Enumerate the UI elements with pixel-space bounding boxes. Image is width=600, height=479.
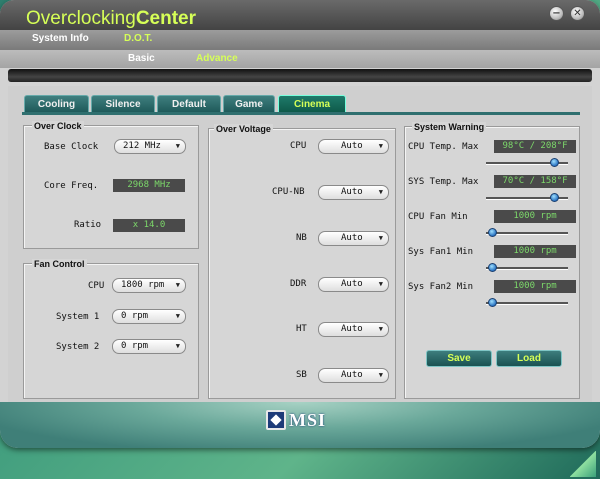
chevron-down-icon: ▼ xyxy=(378,142,383,150)
chevron-down-icon: ▼ xyxy=(378,280,383,288)
sw-sys-fan1-label: Sys Fan1 Min xyxy=(408,247,474,257)
fan-cpu-label: CPU xyxy=(88,281,105,291)
app-title-part1: Overclocking xyxy=(26,8,136,29)
ov-nb-value: Auto xyxy=(341,233,363,243)
base-clock-label: Base Clock xyxy=(44,142,99,152)
chevron-down-icon: ▼ xyxy=(175,281,180,289)
app-title-part2: Center xyxy=(135,8,197,29)
sw-sys-temp-slider[interactable] xyxy=(486,193,568,202)
overclocking-center-window: Overclocking Center − ✕ System Info D.O.… xyxy=(0,0,600,448)
core-freq-label: Core Freq. xyxy=(44,181,99,191)
tab-game[interactable]: Game xyxy=(223,95,275,113)
sw-sys-fan2-label: Sys Fan2 Min xyxy=(408,282,474,292)
msi-emblem-icon xyxy=(266,410,286,430)
ov-cpu-value: Auto xyxy=(341,141,363,151)
ov-ddr-label: DDR xyxy=(290,279,307,289)
sw-sys-temp-readout: 70°C / 158°F xyxy=(494,175,576,188)
fan-system2-select[interactable]: 0 rpm ▼ xyxy=(112,339,186,354)
minimize-button[interactable]: − xyxy=(549,6,564,21)
ov-nb-select[interactable]: Auto ▼ xyxy=(318,231,389,246)
sw-cpu-fan-readout: 1000 rpm xyxy=(494,210,576,223)
sw-cpu-temp-label: CPU Temp. Max xyxy=(408,142,479,152)
ratio-label: Ratio xyxy=(74,220,102,230)
sw-cpu-fan-label: CPU Fan Min xyxy=(408,212,468,222)
msi-logo: MSI xyxy=(266,409,342,431)
fan-system2-label: System 2 xyxy=(56,342,100,352)
chevron-down-icon: ▼ xyxy=(378,371,383,379)
ov-cpu-label: CPU xyxy=(290,141,307,151)
fan-system1-select[interactable]: 0 rpm ▼ xyxy=(112,309,186,324)
overclock-title: Over Clock xyxy=(32,121,84,131)
save-button[interactable]: Save xyxy=(426,350,492,367)
tab-underline xyxy=(22,112,580,115)
sw-cpu-temp-slider[interactable] xyxy=(486,158,568,167)
sw-cpu-fan-slider[interactable] xyxy=(486,228,568,237)
divider-bar xyxy=(8,69,592,82)
msi-logo-text: MSI xyxy=(289,409,327,430)
app-title: Overclocking Center xyxy=(26,8,196,32)
ov-cpu-nb-label: CPU-NB xyxy=(272,187,305,197)
ov-ht-value: Auto xyxy=(341,324,363,334)
submenu-basic[interactable]: Basic xyxy=(128,53,155,64)
fan-system1-label: System 1 xyxy=(56,312,100,322)
ov-ddr-value: Auto xyxy=(341,279,363,289)
ov-cpu-nb-select[interactable]: Auto ▼ xyxy=(318,185,389,200)
ov-sb-label: SB xyxy=(296,370,307,380)
sw-sys-fan1-slider[interactable] xyxy=(486,263,568,272)
sw-sys-temp-label: SYS Temp. Max xyxy=(408,177,479,187)
ov-sb-select[interactable]: Auto ▼ xyxy=(318,368,389,383)
close-button[interactable]: ✕ xyxy=(570,6,585,21)
title-bar[interactable]: Overclocking Center − ✕ xyxy=(0,0,600,34)
system-warning-title: System Warning xyxy=(412,122,487,132)
fan-system1-value: 0 rpm xyxy=(121,311,149,321)
ov-ht-select[interactable]: Auto ▼ xyxy=(318,322,389,337)
ov-cpu-nb-value: Auto xyxy=(341,187,363,197)
over-voltage-title: Over Voltage xyxy=(214,124,273,134)
chevron-down-icon: ▼ xyxy=(175,342,180,350)
sw-sys-fan1-readout: 1000 rpm xyxy=(494,245,576,258)
chevron-down-icon: ▼ xyxy=(175,142,180,150)
ov-sb-value: Auto xyxy=(341,370,363,380)
sw-sys-fan2-readout: 1000 rpm xyxy=(494,280,576,293)
menu-system-info[interactable]: System Info xyxy=(32,33,89,44)
menu-bar: System Info D.O.T. xyxy=(0,30,600,50)
sw-sys-fan2-slider[interactable] xyxy=(486,298,568,307)
sub-menu-bar: Basic Advance xyxy=(0,50,600,68)
sw-cpu-temp-readout: 98°C / 208°F xyxy=(494,140,576,153)
resize-grip-icon[interactable] xyxy=(570,451,596,477)
core-freq-readout: 2968 MHz xyxy=(113,179,185,192)
over-voltage-panel xyxy=(208,128,396,399)
fan-cpu-value: 1800 rpm xyxy=(121,280,165,290)
fan-control-title: Fan Control xyxy=(32,259,87,269)
ov-nb-label: NB xyxy=(296,233,307,243)
ov-ddr-select[interactable]: Auto ▼ xyxy=(318,277,389,292)
load-button[interactable]: Load xyxy=(496,350,562,367)
base-clock-value: 212 MHz xyxy=(123,141,161,151)
tab-silence[interactable]: Silence xyxy=(91,95,155,113)
chevron-down-icon: ▼ xyxy=(378,325,383,333)
fan-cpu-select[interactable]: 1800 rpm ▼ xyxy=(112,278,186,293)
ratio-readout: x 14.0 xyxy=(113,219,185,232)
chevron-down-icon: ▼ xyxy=(175,312,180,320)
tab-cinema[interactable]: Cinema xyxy=(278,95,346,113)
ov-cpu-select[interactable]: Auto ▼ xyxy=(318,139,389,154)
submenu-advance[interactable]: Advance xyxy=(196,53,238,64)
base-clock-select[interactable]: 212 MHz ▼ xyxy=(114,139,186,154)
tab-default[interactable]: Default xyxy=(157,95,221,113)
ov-ht-label: HT xyxy=(296,324,307,334)
fan-system2-value: 0 rpm xyxy=(121,341,149,351)
chevron-down-icon: ▼ xyxy=(378,234,383,242)
chevron-down-icon: ▼ xyxy=(378,188,383,196)
tab-cooling[interactable]: Cooling xyxy=(24,95,89,113)
menu-dot[interactable]: D.O.T. xyxy=(124,33,152,44)
